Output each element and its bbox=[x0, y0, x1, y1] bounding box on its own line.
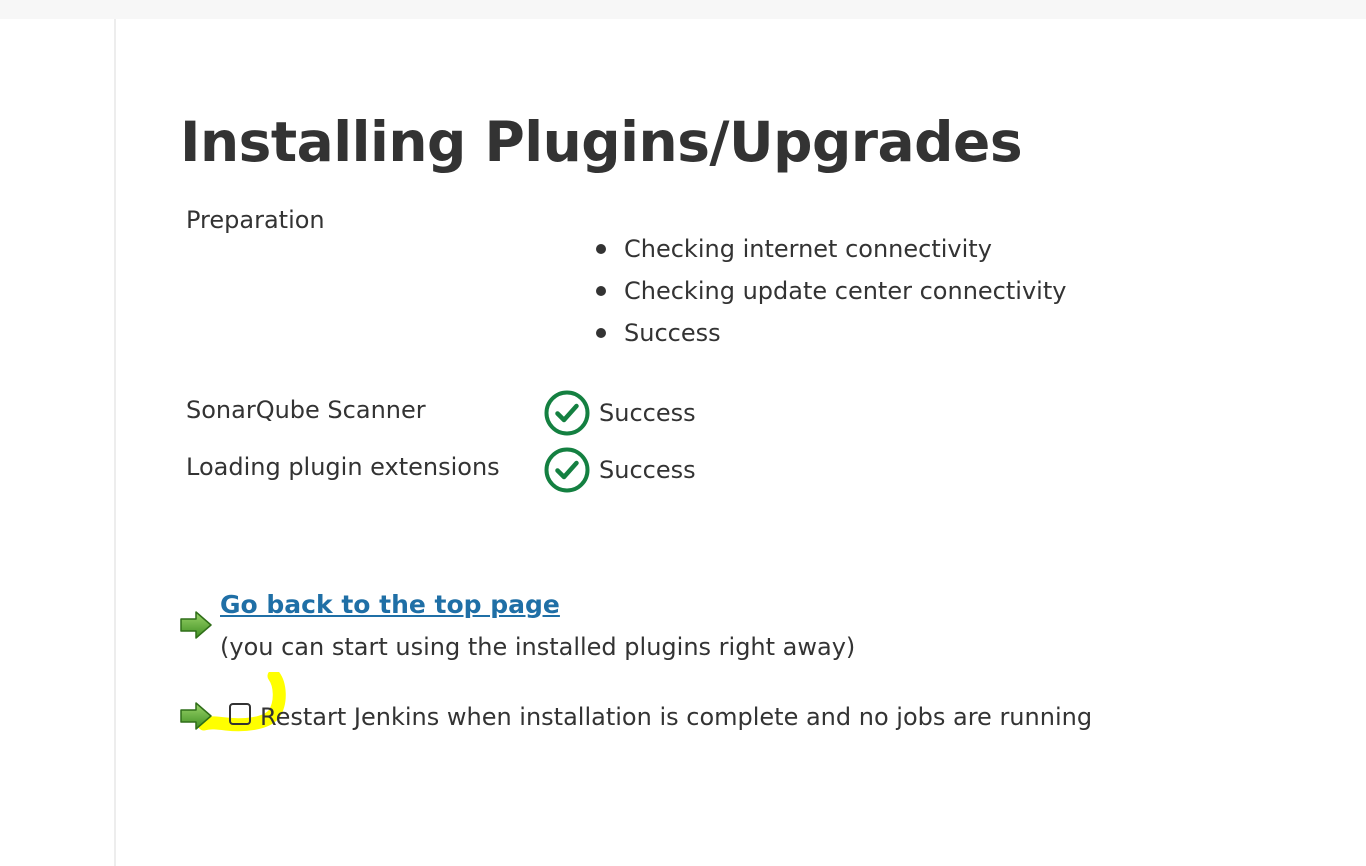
go-back-top-page-link[interactable]: Go back to the top page bbox=[220, 588, 560, 622]
bullet-icon bbox=[596, 328, 606, 338]
page-title: Installing Plugins/Upgrades bbox=[180, 110, 1023, 174]
top-bar bbox=[0, 0, 1366, 19]
bullet-icon bbox=[596, 244, 606, 254]
plugin-status-sonarqube-scanner: Success bbox=[543, 389, 696, 437]
preparation-step-text: Checking internet connectivity bbox=[624, 235, 992, 263]
check-circle-icon bbox=[544, 390, 590, 436]
status-text: Success bbox=[599, 456, 696, 484]
installed-plugins-note: (you can start using the installed plugi… bbox=[220, 633, 856, 661]
preparation-step-text: Success bbox=[624, 319, 721, 347]
preparation-label: Preparation bbox=[186, 206, 325, 234]
bullet-icon bbox=[596, 286, 606, 296]
preparation-steps-list: Checking internet connectivity Checking … bbox=[594, 230, 1066, 356]
preparation-step: Checking internet connectivity bbox=[594, 230, 1066, 272]
preparation-step: Checking update center connectivity bbox=[594, 272, 1066, 314]
preparation-step-text: Checking update center connectivity bbox=[624, 277, 1067, 305]
status-text: Success bbox=[599, 399, 696, 427]
green-arrow-icon bbox=[180, 611, 212, 639]
preparation-step: Success bbox=[594, 314, 1066, 356]
sidebar-divider bbox=[114, 19, 116, 866]
plugin-status-loading-extensions: Success bbox=[543, 446, 696, 494]
green-arrow-icon bbox=[180, 702, 212, 730]
plugin-name-loading-extensions: Loading plugin extensions bbox=[186, 453, 500, 481]
restart-jenkins-checkbox[interactable] bbox=[229, 703, 251, 725]
plugin-name-sonarqube-scanner: SonarQube Scanner bbox=[186, 396, 426, 424]
check-circle-icon bbox=[544, 447, 590, 493]
restart-jenkins-label[interactable]: Restart Jenkins when installation is com… bbox=[260, 701, 1092, 733]
